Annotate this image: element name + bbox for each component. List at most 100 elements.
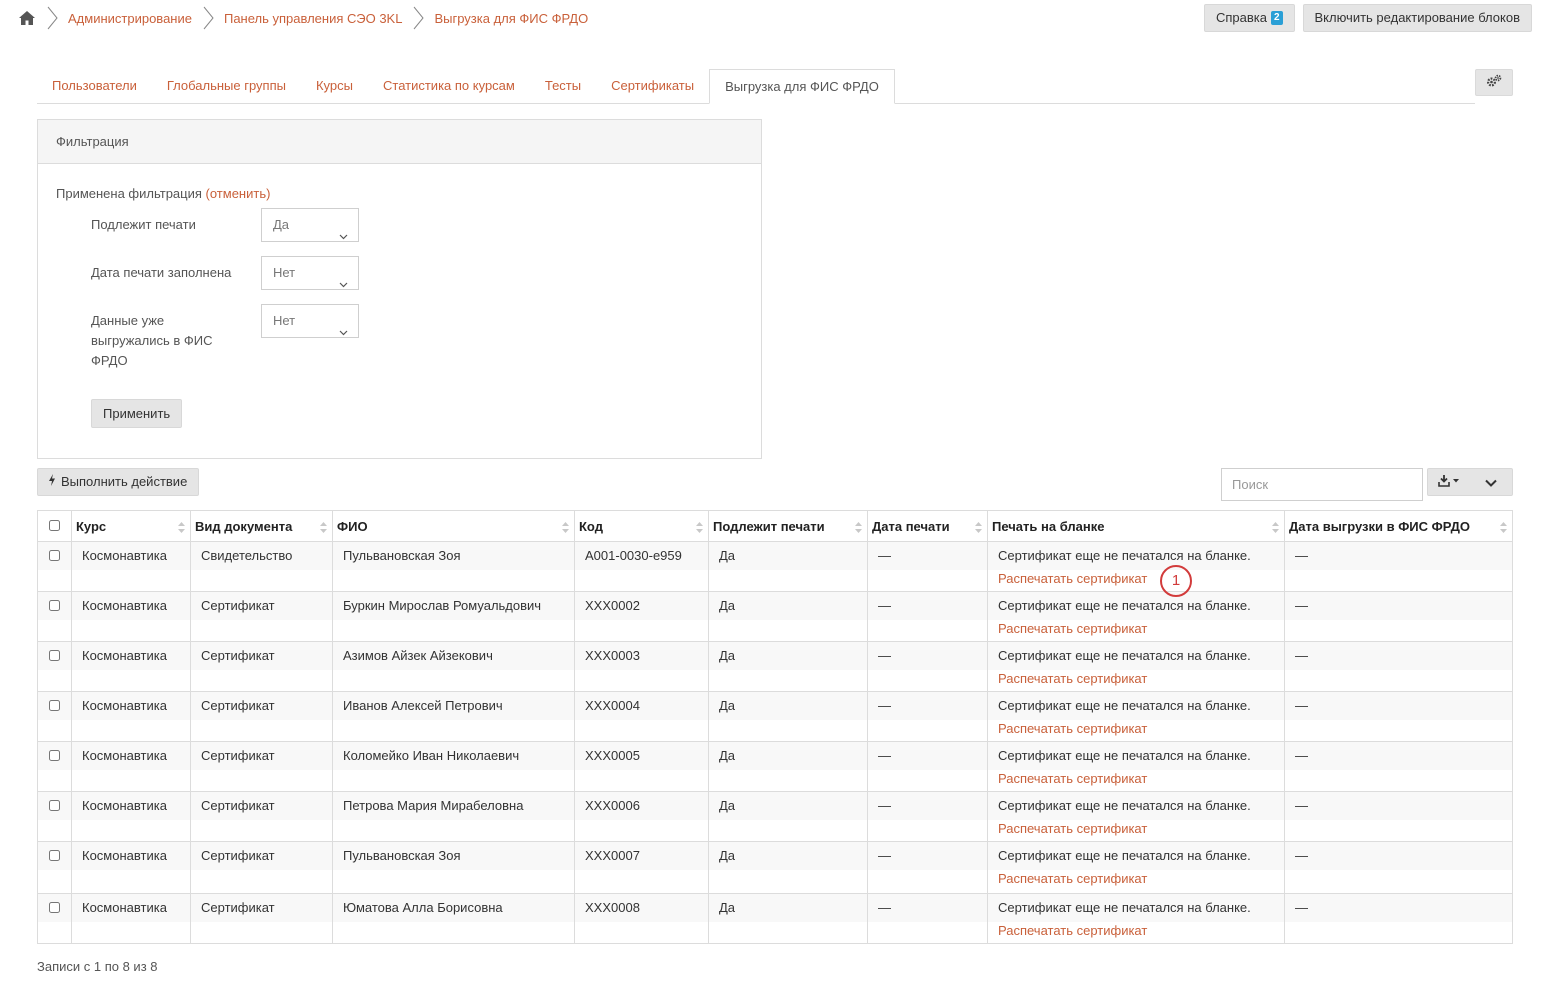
row-checkbox[interactable] [49, 700, 60, 711]
tab-courses[interactable]: Курсы [301, 69, 368, 103]
search-input[interactable] [1221, 468, 1423, 501]
cell-name-text: Азимов Айзек Айзекович [333, 642, 574, 670]
filter-title: Фильтрация [38, 120, 761, 164]
filter-select-print-date[interactable]: Нет [261, 256, 359, 290]
print-certificate-link[interactable]: Распечатать сертификат [998, 721, 1147, 736]
column-header-blank-print[interactable]: Печать на бланке [987, 510, 1285, 542]
cell-to-print-text: Да [709, 842, 867, 870]
cell-course: Космонавтика [71, 841, 191, 894]
cell-code: ХХХ0007 [574, 841, 709, 894]
column-header-name[interactable]: ФИО [332, 510, 575, 542]
column-header-to-print[interactable]: Подлежит печати [708, 510, 868, 542]
select-all-checkbox[interactable] [49, 519, 60, 531]
cell-doc-type-text: Сертификат [191, 592, 332, 620]
row-checkbox[interactable] [49, 850, 60, 861]
edit-blocks-button[interactable]: Включить редактирование блоков [1302, 4, 1532, 32]
filter-cancel-link[interactable]: (отменить) [206, 186, 271, 201]
print-certificate-link[interactable]: Распечатать сертификат [998, 821, 1147, 836]
cell-to-print-text: Да [709, 792, 867, 820]
column-header-course[interactable]: Курс [71, 510, 191, 542]
cell-blank-print: Сертификат еще не печатался на бланке. Ра… [987, 741, 1285, 792]
cell-print-date: — [867, 741, 988, 792]
row-select-cell [37, 591, 72, 642]
cell-code: ХХХ0006 [574, 791, 709, 842]
home-icon[interactable] [18, 9, 36, 27]
tab-fis-frdo-export[interactable]: Выгрузка для ФИС ФРДО [709, 69, 895, 104]
breadcrumb-item-current[interactable]: Выгрузка для ФИС ФРДО [434, 11, 588, 26]
settings-button[interactable] [1475, 69, 1513, 96]
print-certificate-link[interactable]: Распечатать сертификат [998, 571, 1147, 586]
cell-blank-status-text: Сертификат еще не печатался на бланке. [988, 542, 1284, 570]
cell-code: ХХХ0008 [574, 893, 709, 944]
execute-action-label: Выполнить действие [61, 474, 188, 489]
cell-doc-type: Сертификат [190, 691, 333, 742]
row-select-cell [37, 741, 72, 792]
row-checkbox[interactable] [49, 600, 60, 611]
filter-select-exported[interactable]: Нет [261, 304, 359, 338]
cell-blank-print: Сертификат еще не печатался на бланке. Ра… [987, 841, 1285, 894]
cell-blank-status-text: Сертификат еще не печатался на бланке. [988, 692, 1284, 720]
cell-code-text: ХХХ0003 [575, 642, 708, 670]
row-checkbox[interactable] [49, 550, 60, 561]
column-header-doc-type[interactable]: Вид документа [190, 510, 333, 542]
cell-code: ХХХ0004 [574, 691, 709, 742]
cell-name-text: Буркин Мирослав Ромуальдович [333, 592, 574, 620]
row-checkbox[interactable] [49, 902, 60, 913]
filter-select-value: Да [273, 217, 290, 232]
collapse-toggle-button[interactable] [1470, 469, 1512, 495]
cell-code-text: ХХХ0008 [575, 894, 708, 922]
tab-certificates[interactable]: Сертификаты [596, 69, 709, 103]
breadcrumb-item-panel[interactable]: Панель управления СЭО 3KL [224, 11, 402, 26]
sort-icon [562, 521, 569, 533]
column-header-code[interactable]: Код [574, 510, 709, 542]
filter-select-value: Нет [273, 313, 296, 328]
cell-to-print: Да [708, 541, 868, 592]
export-table: Курс Вид документа ФИО Код Подлежит печа… [37, 510, 1513, 944]
gears-icon [1486, 74, 1502, 91]
column-header-export-date[interactable]: Дата выгрузки в ФИС ФРДО [1284, 510, 1513, 542]
lightning-icon [48, 468, 56, 496]
tab-bar: Пользователи Глобальные группы Курсы Ста… [37, 69, 1475, 104]
cell-code: А001-0030-е959 [574, 541, 709, 592]
download-dropdown-button[interactable] [1428, 469, 1470, 495]
row-checkbox[interactable] [49, 750, 60, 761]
cell-name: Азимов Айзек Айзекович [332, 641, 575, 692]
cell-export-date: — [1284, 641, 1513, 692]
cell-print-date: — [867, 841, 988, 894]
cell-print-date-text: — [868, 642, 987, 670]
row-select-cell [37, 541, 72, 592]
help-button[interactable]: Справка 2 [1203, 4, 1295, 32]
cell-print-date-text: — [868, 792, 987, 820]
row-checkbox[interactable] [49, 650, 60, 661]
print-certificate-link[interactable]: Распечатать сертификат [998, 671, 1147, 686]
cell-course-text: Космонавтика [72, 692, 190, 720]
cell-doc-type: Свидетельство [190, 541, 333, 592]
cell-course: Космонавтика [71, 591, 191, 642]
cell-doc-type-text: Сертификат [191, 842, 332, 870]
column-header-print-date[interactable]: Дата печати [867, 510, 988, 542]
cell-doc-type-text: Сертификат [191, 894, 332, 922]
sort-icon [855, 521, 862, 533]
sort-icon [696, 521, 703, 533]
cell-to-print-text: Да [709, 542, 867, 570]
cell-to-print-text: Да [709, 592, 867, 620]
table-row: Космонавтика Сертификат Пульвановская Зо… [37, 841, 1513, 894]
execute-action-button[interactable]: Выполнить действие [37, 468, 200, 496]
cell-print-date-text: — [868, 542, 987, 570]
print-certificate-link[interactable]: Распечатать сертификат [998, 621, 1147, 636]
chevron-right-icon [202, 6, 214, 30]
filter-select-to-print[interactable]: Да [261, 208, 359, 242]
tab-global-groups[interactable]: Глобальные группы [152, 69, 301, 103]
chevron-right-icon [412, 6, 425, 30]
tab-course-stats[interactable]: Статистика по курсам [368, 69, 530, 103]
print-certificate-link[interactable]: Распечатать сертификат [998, 923, 1147, 938]
print-certificate-link[interactable]: Распечатать сертификат [998, 871, 1147, 886]
breadcrumb-item-admin[interactable]: Администрирование [68, 11, 192, 26]
cell-export-date: — [1284, 691, 1513, 742]
sort-icon [178, 521, 185, 533]
print-certificate-link[interactable]: Распечатать сертификат [998, 771, 1147, 786]
row-checkbox[interactable] [49, 800, 60, 811]
tab-users[interactable]: Пользователи [37, 69, 152, 103]
apply-filter-button[interactable]: Применить [91, 399, 183, 428]
tab-tests[interactable]: Тесты [530, 69, 596, 103]
